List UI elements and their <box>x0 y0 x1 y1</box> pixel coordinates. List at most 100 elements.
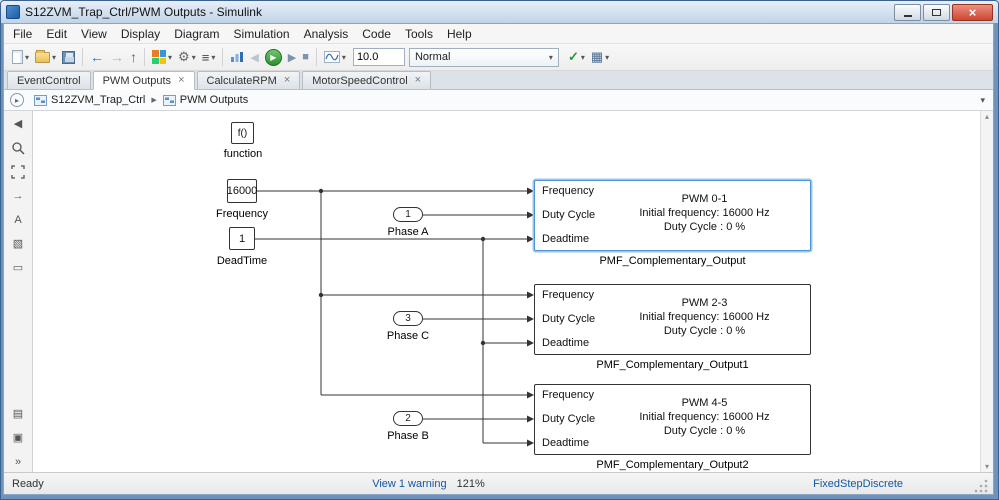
dropdown-caret-icon: ▾ <box>580 52 585 62</box>
function-caller-block[interactable]: f() <box>231 122 254 144</box>
forward-button[interactable]: → <box>107 46 127 68</box>
tab-label: CalculateRPM <box>206 74 277 87</box>
signal-wires[interactable] <box>33 111 973 472</box>
tab-close-icon[interactable]: × <box>415 75 421 86</box>
area-box-icon[interactable]: ▭ <box>9 259 27 276</box>
default-layout-icon[interactable]: → <box>9 187 27 204</box>
pmf-complementary-output2-label[interactable]: PMF_Complementary_Output2 <box>534 459 811 471</box>
port-label-frequency: Frequency <box>542 289 594 301</box>
annotation-icon[interactable]: A <box>9 211 27 228</box>
menu-tools[interactable]: Tools <box>398 25 440 43</box>
model-settings-button[interactable]: ⚙ ▾ <box>175 46 199 68</box>
inport-phase-c-label[interactable]: Phase C <box>368 330 448 342</box>
pmf-complementary-output1-label[interactable]: PMF_Complementary_Output1 <box>534 359 811 371</box>
step-forward-button[interactable]: ▶ <box>285 46 299 68</box>
step-back-button[interactable]: ◀ <box>247 46 261 68</box>
frequency-constant-block[interactable]: 16000 <box>227 179 257 203</box>
simulation-mode-select[interactable]: Normal ▾ <box>408 47 559 67</box>
subsystem-text: PWM 2-3 Initial frequency: 16000 Hz Duty… <box>639 297 770 337</box>
pmf-complementary-output1-block[interactable]: Frequency Duty Cycle Deadtime PWM 2-3 In… <box>534 284 811 355</box>
menu-code[interactable]: Code <box>355 25 398 43</box>
view-warning-link[interactable]: View 1 warning <box>372 478 446 490</box>
scroll-up-icon[interactable]: ▴ <box>985 112 989 121</box>
zoom-icon[interactable] <box>9 139 27 156</box>
data-inspector-button[interactable] <box>227 46 247 68</box>
simulation-display-button[interactable]: ▾ <box>321 46 349 68</box>
pmf-complementary-output-label[interactable]: PMF_Complementary_Output <box>534 255 811 267</box>
update-diagram-button[interactable]: ✓ ▾ <box>565 46 588 68</box>
close-icon: × <box>968 4 977 20</box>
save-button[interactable] <box>59 46 78 68</box>
scroll-down-icon[interactable]: ▾ <box>985 462 989 471</box>
inport-phase-b-label[interactable]: Phase B <box>368 430 448 442</box>
model-hierarchy-button[interactable]: ≡ ▾ <box>199 46 219 68</box>
tab-motorspeedcontrol[interactable]: MotorSpeedControl × <box>302 71 432 89</box>
browser-expand-button[interactable]: ▸ <box>10 93 24 107</box>
step-back-icon: ◀ <box>250 51 259 64</box>
tab-close-icon[interactable]: × <box>178 75 184 86</box>
tab-close-icon[interactable]: × <box>284 75 290 86</box>
close-button[interactable]: × <box>952 3 993 21</box>
menu-view[interactable]: View <box>74 25 114 43</box>
inport-phase-a-block[interactable]: 1 <box>393 207 423 222</box>
menu-diagram[interactable]: Diagram <box>167 25 226 43</box>
fit-to-view-icon[interactable] <box>9 163 27 180</box>
up-to-parent-button[interactable]: ↑ <box>127 46 140 68</box>
tabbar: EventControl PWM Outputs × CalculateRPM … <box>4 71 993 90</box>
tab-eventcontrol[interactable]: EventControl <box>7 71 91 89</box>
hide-browser-icon[interactable]: ◀ <box>9 115 27 132</box>
stop-button[interactable]: ■ <box>299 46 312 68</box>
simulink-app-icon[interactable] <box>6 5 20 19</box>
breadcrumb-dropdown-icon[interactable]: ▾ <box>980 95 985 106</box>
library-browser-button[interactable]: ▾ <box>149 46 175 68</box>
tab-pwm-outputs[interactable]: PWM Outputs × <box>92 71 195 90</box>
port-label-deadtime: Deadtime <box>542 337 590 349</box>
resize-grip[interactable] <box>973 478 989 494</box>
open-model-button[interactable]: ▾ <box>32 46 59 68</box>
menu-edit[interactable]: Edit <box>39 25 74 43</box>
vertical-scrollbar[interactable]: ▴ ▾ <box>980 111 993 472</box>
inport-phase-b-block[interactable]: 2 <box>393 411 423 426</box>
menu-display[interactable]: Display <box>114 25 167 43</box>
inport-phase-a-label[interactable]: Phase A <box>368 226 448 238</box>
function-block-label[interactable]: function <box>203 148 283 160</box>
minimize-button[interactable] <box>894 3 921 21</box>
menu-analysis[interactable]: Analysis <box>297 25 356 43</box>
deadtime-constant-block[interactable]: 1 <box>229 227 255 250</box>
tab-label: MotorSpeedControl <box>312 74 408 87</box>
maximize-button[interactable] <box>923 3 950 21</box>
inport-number: 2 <box>405 413 411 424</box>
run-button[interactable]: ▶ <box>262 46 285 68</box>
port-label-duty-cycle: Duty Cycle <box>542 209 596 221</box>
window-controls: × <box>892 3 993 21</box>
breadcrumb-current[interactable]: PWM Outputs <box>160 93 251 107</box>
menu-simulation[interactable]: Simulation <box>227 25 297 43</box>
viewmarks-icon[interactable]: ▣ <box>9 429 27 446</box>
port-label-frequency: Frequency <box>542 185 594 197</box>
breadcrumb-root[interactable]: S12ZVM_Trap_Ctrl <box>31 93 148 107</box>
menu-file[interactable]: File <box>6 25 39 43</box>
menu-help[interactable]: Help <box>440 25 479 43</box>
back-button[interactable]: ← <box>87 46 107 68</box>
sample-time-legend-icon[interactable]: ▤ <box>9 405 27 422</box>
more-tools-icon[interactable]: » <box>9 453 27 470</box>
pmf-complementary-output2-block[interactable]: Frequency Duty Cycle Deadtime PWM 4-5 In… <box>534 384 811 455</box>
image-annotation-icon[interactable]: ▧ <box>9 235 27 252</box>
magnifier-icon <box>12 141 25 155</box>
stop-time-input[interactable] <box>352 48 405 66</box>
tab-calculaterpm[interactable]: CalculateRPM × <box>196 71 301 89</box>
tab-label: EventControl <box>17 74 81 87</box>
inport-phase-c-block[interactable]: 3 <box>393 311 423 326</box>
port-label-frequency: Frequency <box>542 389 594 401</box>
deadtime-constant-label[interactable]: DeadTime <box>202 255 282 267</box>
open-folder-icon <box>35 49 51 63</box>
toolbar-separator <box>315 48 317 66</box>
diagram-canvas[interactable]: f() function 16000 Frequency 1 DeadTime … <box>33 111 993 472</box>
build-button[interactable]: ▦ ▾ <box>588 46 612 68</box>
new-model-button[interactable]: ▾ <box>9 46 32 68</box>
solver-link[interactable]: FixedStepDiscrete <box>813 478 903 490</box>
pmf-complementary-output-block[interactable]: Frequency Duty Cycle Deadtime PWM 0-1 In… <box>534 180 811 251</box>
frequency-constant-label[interactable]: Frequency <box>202 208 282 220</box>
simulation-mode-value: Normal <box>414 51 451 63</box>
port-label-duty-cycle: Duty Cycle <box>542 413 596 425</box>
